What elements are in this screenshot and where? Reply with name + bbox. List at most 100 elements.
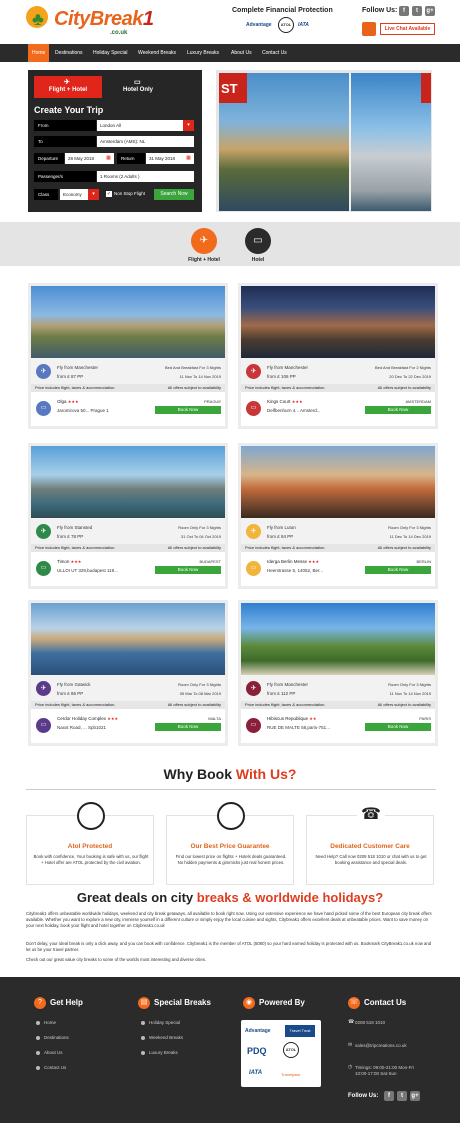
deal-card[interactable]: ✈ Fly from Stansted from £ 78 PP Room Only …: [28, 443, 228, 589]
hotel-city: PRAGUE: [204, 399, 221, 404]
nonstop-label: Non Stop Flight: [114, 191, 146, 196]
hotel-toggle[interactable]: ▭: [245, 228, 271, 254]
chat-agent-icon[interactable]: [362, 22, 376, 36]
deal-image[interactable]: [241, 603, 435, 675]
hero-skyline-image: [351, 73, 431, 211]
tab-hotel-only[interactable]: ▭ Hotel Only: [104, 76, 172, 98]
from-field[interactable]: London All: [97, 120, 183, 131]
bed-icon: ▭: [36, 718, 51, 733]
to-field[interactable]: Amsterdam (AMS): NL: [97, 136, 194, 147]
deal-availability: All offers subject to availability: [167, 702, 221, 707]
palm-tree-icon: ♣: [32, 9, 44, 29]
hero-sign-right: [421, 73, 431, 103]
book-now-button[interactable]: Book Now: [365, 723, 431, 731]
twitter-icon[interactable]: t: [412, 6, 422, 16]
phone-icon: ☎: [348, 1019, 355, 1025]
plane-icon: ✈: [36, 364, 51, 379]
class-dropdown-icon[interactable]: ▾: [88, 189, 99, 200]
bullet-icon: [36, 1051, 40, 1055]
footer-contact-title: Contact Us: [364, 998, 407, 1007]
live-chat-button[interactable]: Live Chat Available: [380, 23, 435, 35]
from-dropdown-icon[interactable]: ▾: [183, 120, 194, 131]
footer-powered-title: Powered By: [259, 998, 305, 1007]
nav-home[interactable]: Home: [28, 44, 50, 62]
footer-help-link[interactable]: Destinations: [44, 1035, 69, 1040]
departure-calendar-icon[interactable]: ▦: [103, 153, 114, 164]
google-plus-icon[interactable]: g+: [425, 6, 435, 16]
deal-board: Bed And Breakfast For 3 Nights: [164, 365, 221, 370]
bed-icon: ▭: [253, 235, 263, 246]
deal-flight-row: ✈ Fly from Manchester from £ 112 PP Room On…: [241, 675, 435, 701]
footer-help-link[interactable]: Home: [44, 1020, 56, 1025]
nav-destinations[interactable]: Destinations: [51, 44, 87, 62]
deal-image[interactable]: [241, 286, 435, 358]
feature-price: Our Best Price Guarantee Find our lowest…: [166, 802, 294, 885]
deal-card[interactable]: ✈ Fly from Manchester from £ 112 PP Room On…: [238, 600, 438, 746]
bed-icon: ▭: [246, 718, 261, 733]
hotel-city: BERLIN: [416, 559, 431, 564]
book-now-button[interactable]: Book Now: [365, 566, 431, 574]
flight-hotel-toggle[interactable]: ✈: [191, 228, 217, 254]
deal-hotel-row: ▭ Timon ★★★ ULLOI UT 329,budapest 119... BU…: [31, 552, 225, 586]
nav-contact-us[interactable]: Contact Us: [258, 44, 291, 62]
departure-field[interactable]: 28 May 2018: [65, 153, 103, 164]
footer-email[interactable]: sales@tripcreations.co.uk: [355, 1043, 407, 1048]
tab-flight-hotel[interactable]: ✈ Flight + Hotel: [34, 76, 102, 98]
return-field[interactable]: 31 May 2018: [146, 153, 183, 164]
protection-badges: Advantage ATOL IATA: [246, 17, 316, 35]
nav-holiday-special[interactable]: Holiday Special: [89, 44, 131, 62]
return-calendar-icon[interactable]: ▦: [183, 153, 194, 164]
facebook-icon[interactable]: f: [384, 1091, 394, 1101]
footer-help-link[interactable]: Contact Us: [44, 1065, 66, 1070]
departure-label: Departure: [34, 153, 64, 164]
deal-card[interactable]: ✈ Fly from Gatwick from £ 86 PP Room Only F…: [28, 600, 228, 746]
deal-card[interactable]: ✈ Fly from Manchester from £ 87 PP Bed And …: [28, 283, 228, 429]
travelpack-logo: Travelpack: [281, 1072, 301, 1077]
footer-help-link[interactable]: About Us: [44, 1050, 63, 1055]
deal-image[interactable]: [241, 446, 435, 518]
footer-follow-label: Follow Us:: [348, 1093, 379, 1099]
deal-includes: Price includes flight, taxes & accommoda…: [245, 702, 326, 707]
atol-logo: ATOL: [283, 1042, 299, 1058]
deal-availability: All offers subject to availability: [167, 385, 221, 390]
deal-flight-row: ✈ Fly from Manchester from £ 87 PP Bed And …: [31, 358, 225, 384]
footer-special-link[interactable]: Luxury Breaks: [149, 1050, 178, 1055]
confidence-paragraph: Don't delay, your ideal break is only a …: [26, 941, 432, 953]
nav-luxury-breaks[interactable]: Luxury Breaks: [183, 44, 223, 62]
deal-image[interactable]: [31, 603, 225, 675]
deal-dates: 11 Nov To 14 Nov 2019: [179, 374, 221, 379]
footer-phone[interactable]: 0208 518 1010: [355, 1020, 385, 1025]
deal-flight-row: ✈ Fly from Gatwick from £ 86 PP Room Only F…: [31, 675, 225, 701]
footer-special-link[interactable]: Weekend Breaks: [149, 1035, 183, 1040]
site-logo[interactable]: ♣ CityBreak1 .co.uk: [26, 6, 154, 38]
bullet-icon: [141, 1051, 145, 1055]
footer-special-title: Special Breaks: [154, 998, 211, 1007]
book-now-button[interactable]: Book Now: [155, 566, 221, 574]
google-plus-icon[interactable]: g+: [410, 1091, 420, 1101]
deal-card[interactable]: ✈ Fly from Manchester from £ 106 PP Bed And…: [238, 283, 438, 429]
twitter-icon[interactable]: t: [397, 1091, 407, 1101]
search-now-button[interactable]: Search Now: [154, 189, 194, 200]
deal-dates: 11 Nov To 14 Nov 2019: [389, 691, 431, 696]
facebook-icon[interactable]: f: [399, 6, 409, 16]
nav-weekend-breaks[interactable]: Weekend Breaks: [134, 44, 180, 62]
footer-special-link[interactable]: Holiday Special: [149, 1020, 180, 1025]
deal-image[interactable]: [31, 446, 225, 518]
passengers-field[interactable]: 1 Rooms (2 Adults ): [97, 171, 194, 182]
class-select[interactable]: Economy: [60, 189, 88, 200]
hotel-city: AMSTERDAM: [405, 399, 431, 404]
deal-board: Bed And Breakfast For 2 Nights: [374, 365, 431, 370]
nav-about-us[interactable]: About Us: [227, 44, 256, 62]
hotel-city: BUDAPEST: [199, 559, 221, 564]
hotel-city: MALTA: [208, 716, 221, 721]
deal-availability: All offers subject to availability: [377, 545, 431, 550]
book-now-button[interactable]: Book Now: [155, 406, 221, 414]
email-icon: ✉: [348, 1042, 353, 1048]
book-now-button[interactable]: Book Now: [155, 723, 221, 731]
deal-image[interactable]: [31, 286, 225, 358]
hotel-stars: ★★★: [107, 716, 119, 721]
nonstop-checkbox[interactable]: ✓: [106, 191, 112, 197]
deal-card[interactable]: ✈ Fly from Luton from £ 84 PP Room Only For…: [238, 443, 438, 589]
hotel-name-line: Hibiscus Republique ★★: [267, 716, 316, 721]
book-now-button[interactable]: Book Now: [365, 406, 431, 414]
